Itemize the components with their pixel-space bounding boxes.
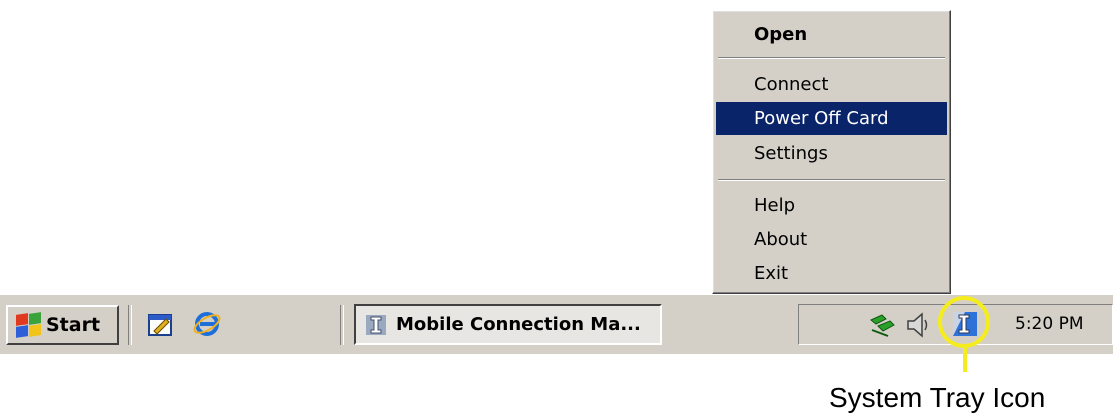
menu-item-about[interactable]: About xyxy=(716,223,947,256)
toolbar-grip[interactable] xyxy=(128,305,132,345)
menu-item-exit[interactable]: Exit xyxy=(716,257,947,290)
show-desktop-icon[interactable] xyxy=(146,309,176,339)
menu-item-help[interactable]: Help xyxy=(716,189,947,222)
task-button-label: Mobile Connection Ma... xyxy=(396,314,641,335)
tray-icon-highlight xyxy=(938,296,990,348)
menu-separator xyxy=(718,179,945,181)
start-button[interactable]: Start xyxy=(6,305,119,345)
annotation-caption: System Tray Icon xyxy=(829,382,1046,413)
menu-item-connect[interactable]: Connect xyxy=(716,68,947,101)
menu-item-settings[interactable]: Settings xyxy=(716,137,947,170)
toolbar-grip[interactable] xyxy=(340,305,344,345)
start-label: Start xyxy=(46,314,101,336)
task-button-mobile-connection-manager[interactable]: Mobile Connection Ma... xyxy=(354,304,662,345)
internet-explorer-icon[interactable] xyxy=(192,309,222,339)
windows-logo-icon xyxy=(14,312,42,338)
menu-item-power-off-card[interactable]: Power Off Card xyxy=(716,102,947,135)
menu-item-open[interactable]: Open xyxy=(716,18,947,51)
clock[interactable]: 5:20 PM xyxy=(1015,309,1084,339)
mobile-connection-icon xyxy=(366,314,386,335)
menu-separator xyxy=(718,57,945,59)
context-menu: Open Connect Power Off Card Settings Hel… xyxy=(712,10,951,294)
volume-icon[interactable] xyxy=(905,311,931,339)
network-icon[interactable] xyxy=(868,312,902,338)
highlight-pointer xyxy=(963,348,967,372)
